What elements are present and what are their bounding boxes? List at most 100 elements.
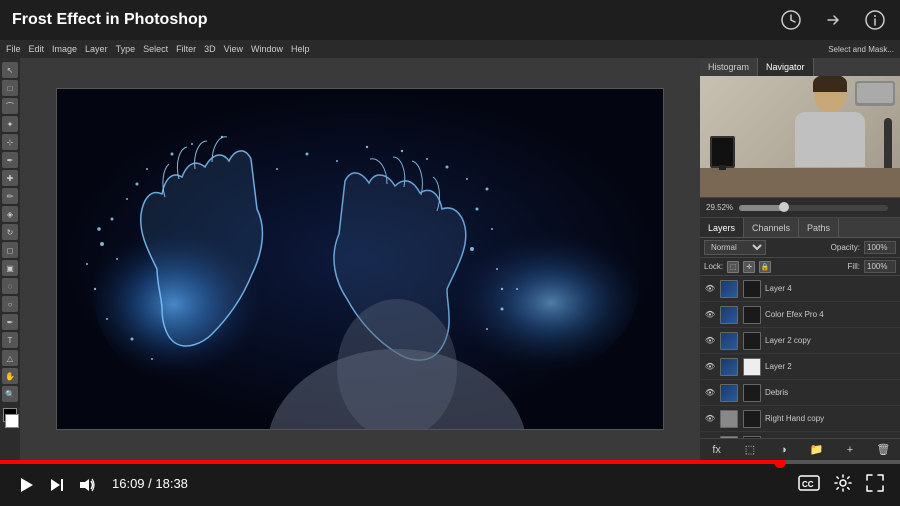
layer-item-layer2copy[interactable]: 👁 Layer 2 copy bbox=[700, 328, 900, 354]
info-icon[interactable] bbox=[862, 7, 888, 33]
layer-name-layer4: Layer 4 bbox=[765, 284, 896, 293]
layer-thumb-layer2 bbox=[720, 358, 738, 376]
ps-tool-brush[interactable]: ✏ bbox=[2, 188, 18, 204]
ps-menu-3d[interactable]: 3D bbox=[204, 44, 216, 54]
add-adjustment-btn[interactable]: ◑ bbox=[774, 441, 792, 459]
ps-tool-pen[interactable]: ✒ bbox=[2, 314, 18, 330]
time-display: 16:09 / 18:38 bbox=[112, 476, 188, 491]
ps-tool-lasso[interactable]: ⌒ bbox=[2, 98, 18, 114]
layer-name-colorefex: Color Efex Pro 4 bbox=[765, 310, 896, 319]
layer-eye-colorefex[interactable]: 👁 bbox=[704, 309, 716, 321]
ps-menu-window[interactable]: Window bbox=[251, 44, 283, 54]
layer-eye-layer4[interactable]: 👁 bbox=[704, 283, 716, 295]
layers-options-bar: Normal Multiply Screen Overlay Opacity: bbox=[700, 238, 900, 258]
layer-eye-righthandcopy[interactable]: 👁 bbox=[704, 413, 716, 425]
ps-tool-blur[interactable]: ◌ bbox=[2, 278, 18, 294]
add-mask-btn[interactable]: ⬚ bbox=[741, 441, 759, 459]
channels-tab[interactable]: Channels bbox=[744, 218, 799, 237]
lock-position-btn[interactable]: ✛ bbox=[743, 261, 755, 273]
fill-input[interactable] bbox=[864, 260, 896, 273]
zoom-slider-thumb[interactable] bbox=[779, 202, 789, 212]
fullscreen-icon bbox=[866, 474, 884, 492]
svg-text:CC: CC bbox=[802, 480, 814, 489]
ps-menu-type[interactable]: Type bbox=[116, 44, 136, 54]
ps-tool-shape[interactable]: △ bbox=[2, 350, 18, 366]
opacity-label: Opacity: bbox=[831, 243, 860, 252]
ps-tool-history[interactable]: ↻ bbox=[2, 224, 18, 240]
ps-tool-eraser[interactable]: ◻ bbox=[2, 242, 18, 258]
captions-button[interactable]: CC bbox=[798, 475, 820, 491]
settings-button[interactable] bbox=[834, 474, 852, 492]
ps-menu-image[interactable]: Image bbox=[52, 44, 77, 54]
add-group-btn[interactable]: 📁 bbox=[808, 441, 826, 459]
webcam-person-hair bbox=[813, 76, 847, 92]
layer-thumb-layer2copy bbox=[720, 332, 738, 350]
ps-tool-move[interactable]: ↖ bbox=[2, 62, 18, 78]
share-icon[interactable] bbox=[820, 7, 846, 33]
layer-item-debris[interactable]: 👁 Debris bbox=[700, 380, 900, 406]
ps-tool-zoom[interactable]: 🔍 bbox=[2, 386, 18, 402]
layer-item-righthandcopy[interactable]: 👁 Right Hand copy bbox=[700, 406, 900, 432]
layers-lock-row: Lock: ⬚ ✛ 🔒 Fill: bbox=[700, 258, 900, 276]
ps-menu-select[interactable]: Select bbox=[143, 44, 168, 54]
ps-menu-help[interactable]: Help bbox=[291, 44, 310, 54]
ps-tool-eyedrop[interactable]: ✒ bbox=[2, 152, 18, 168]
player-controls: 16:09 / 18:38 CC bbox=[0, 460, 900, 506]
next-icon bbox=[48, 476, 66, 494]
ps-tool-dodge[interactable]: ○ bbox=[2, 296, 18, 312]
lock-all-btn[interactable]: 🔒 bbox=[759, 261, 771, 273]
histogram-tab[interactable]: Histogram bbox=[700, 58, 758, 76]
ps-tool-clone[interactable]: ◈ bbox=[2, 206, 18, 222]
ps-menu-file[interactable]: File bbox=[6, 44, 21, 54]
zoom-level: 29.52% bbox=[706, 203, 733, 212]
add-style-btn[interactable]: fx bbox=[708, 441, 726, 459]
layer-eye-debris[interactable]: 👁 bbox=[704, 387, 716, 399]
ps-tool-select[interactable]: □ bbox=[2, 80, 18, 96]
captions-icon: CC bbox=[798, 475, 820, 491]
ps-menu-layer[interactable]: Layer bbox=[85, 44, 108, 54]
layer-thumb-debris bbox=[720, 384, 738, 402]
layer-item-colorefex[interactable]: 👁 Color Efex Pro 4 bbox=[700, 302, 900, 328]
layers-tab[interactable]: Layers bbox=[700, 218, 744, 237]
ps-menu-edit[interactable]: Edit bbox=[29, 44, 45, 54]
layer-eye-layer2copy[interactable]: 👁 bbox=[704, 335, 716, 347]
opacity-input[interactable] bbox=[864, 241, 896, 254]
ps-tool-healing[interactable]: ✚ bbox=[2, 170, 18, 186]
ps-bg-color[interactable] bbox=[5, 414, 19, 428]
top-icons bbox=[778, 7, 888, 33]
layer-eye-layer2[interactable]: 👁 bbox=[704, 361, 716, 373]
add-layer-btn[interactable]: + bbox=[841, 441, 859, 459]
layer-thumb-layer4 bbox=[720, 280, 738, 298]
next-button[interactable] bbox=[48, 476, 66, 494]
zoom-slider[interactable] bbox=[739, 205, 888, 211]
navigator-tab[interactable]: Navigator bbox=[758, 58, 814, 76]
ps-menu-view[interactable]: View bbox=[224, 44, 243, 54]
lock-pixels-btn[interactable]: ⬚ bbox=[727, 261, 739, 273]
ps-tool-hand[interactable]: ✋ bbox=[2, 368, 18, 384]
ps-menu-filter[interactable]: Filter bbox=[176, 44, 196, 54]
ps-tool-magic[interactable]: ✦ bbox=[2, 116, 18, 132]
layers-list: 👁 Layer 4 👁 Color Efex Pro 4 👁 bbox=[700, 276, 900, 438]
settings-icon bbox=[834, 474, 852, 492]
paths-tab[interactable]: Paths bbox=[799, 218, 839, 237]
webcam-mic bbox=[884, 118, 892, 168]
ps-navigator-panel: Histogram Navigator bbox=[700, 58, 900, 198]
delete-layer-btn[interactable]: 🗑 bbox=[874, 441, 892, 459]
ps-tool-text[interactable]: T bbox=[2, 332, 18, 348]
clock-icon[interactable] bbox=[778, 7, 804, 33]
volume-button[interactable] bbox=[78, 476, 96, 494]
fullscreen-button[interactable] bbox=[866, 474, 884, 492]
layer-thumb-righthandcopy bbox=[720, 410, 738, 428]
blend-mode-select[interactable]: Normal Multiply Screen Overlay bbox=[704, 240, 766, 255]
ps-tool-gradient[interactable]: ▣ bbox=[2, 260, 18, 276]
layer-mask-layer4 bbox=[743, 280, 761, 298]
layer-name-layer2copy: Layer 2 copy bbox=[765, 336, 896, 345]
ps-tool-crop[interactable]: ⊹ bbox=[2, 134, 18, 150]
layer-item-layer4[interactable]: 👁 Layer 4 bbox=[700, 276, 900, 302]
layers-panel: Layers Channels Paths Normal Multiply Sc… bbox=[700, 218, 900, 460]
webcam-desk bbox=[700, 168, 900, 198]
fill-label: Fill: bbox=[848, 262, 860, 271]
progress-bar-area[interactable] bbox=[0, 460, 900, 464]
layer-item-layer2[interactable]: 👁 Layer 2 bbox=[700, 354, 900, 380]
play-button[interactable] bbox=[16, 475, 36, 495]
